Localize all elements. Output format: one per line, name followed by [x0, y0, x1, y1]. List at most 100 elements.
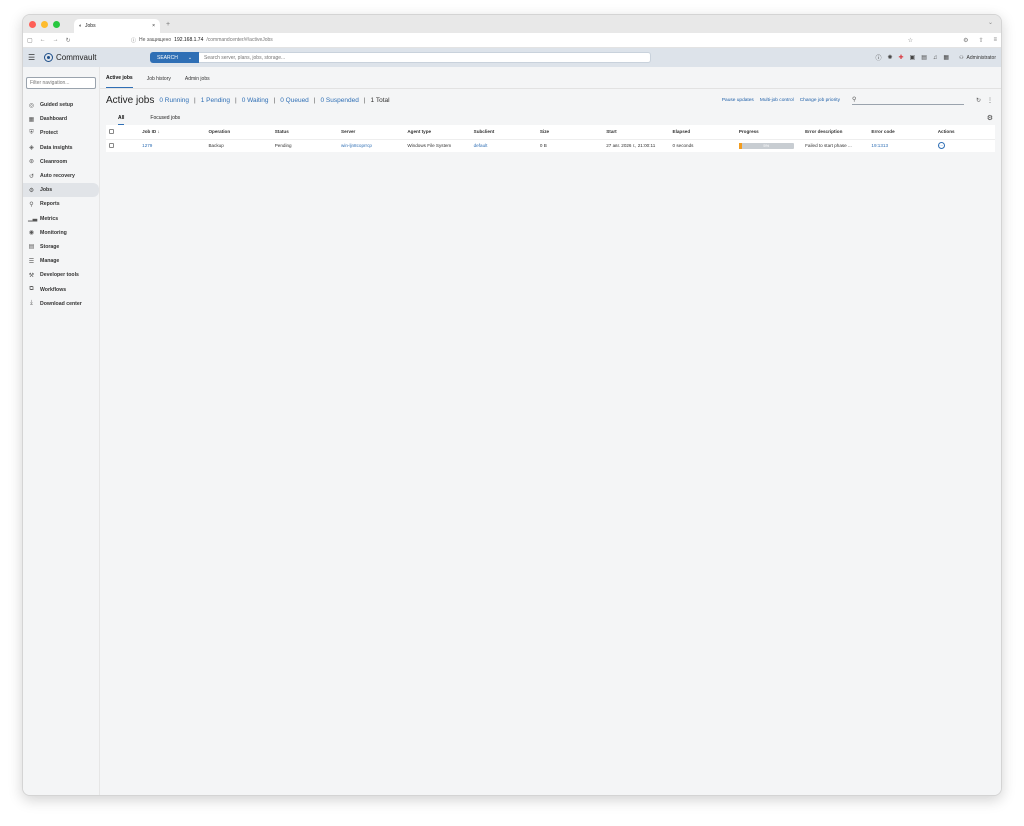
search-scope-button[interactable]: SEARCH ⌄ [150, 52, 200, 63]
help-icon[interactable]: ⓘ [875, 53, 881, 62]
sidebar-item-workflows[interactable]: ⧉ Workflows [26, 282, 96, 296]
developer-icon: ⚒ [28, 272, 35, 279]
column-header-operation[interactable]: Operation [205, 125, 272, 140]
global-search-input[interactable] [199, 52, 652, 63]
select-all-checkbox[interactable] [109, 128, 114, 134]
sidebar-item-download-center[interactable]: ⤓ Download center [26, 297, 96, 311]
document-icon[interactable]: ▤ [921, 54, 927, 61]
tab-active-jobs[interactable]: Active jobs [106, 75, 133, 88]
window-controls [29, 20, 60, 28]
refresh-icon[interactable]: ↻ [976, 97, 981, 104]
sidebar-item-metrics[interactable]: ▁▃ Metrics [26, 212, 96, 226]
multi-job-control-button[interactable]: Multi-job control [760, 98, 794, 103]
sidebar-item-storage[interactable]: ▤ Storage [26, 240, 96, 254]
suspended-count-link[interactable]: 0 Suspended [321, 97, 359, 104]
user-menu[interactable]: ⚇ Administrator [959, 55, 996, 61]
subclient-link[interactable]: default [471, 139, 537, 152]
sidebar-toggle-icon[interactable]: ▢ [27, 37, 33, 44]
sidebar-item-monitoring[interactable]: ◉ Monitoring [26, 226, 96, 240]
menu-icon[interactable]: ≡ [993, 37, 997, 44]
sidebar-item-protect[interactable]: ⛨ Protect [26, 126, 96, 140]
tab-job-history[interactable]: Job history [147, 76, 171, 88]
brand-name: Commvault [56, 53, 97, 62]
status-cell: Pending [274, 143, 292, 149]
chevron-down-icon[interactable]: ⌄ [988, 19, 993, 26]
actions-cell: ··· [935, 139, 995, 152]
gear-icon[interactable]: ⚙ [987, 114, 993, 122]
minimize-window-button[interactable] [41, 20, 48, 28]
back-icon[interactable]: ← [40, 37, 46, 44]
workflows-icon: ⧉ [29, 286, 34, 293]
column-header-elapsed[interactable]: Elapsed [669, 125, 736, 140]
column-header-start[interactable]: Start [603, 125, 670, 140]
forward-icon[interactable]: → [53, 37, 59, 44]
close-tab-icon[interactable]: × [152, 23, 155, 29]
sidebar-item-data-insights[interactable]: ◈ Data insights [26, 141, 96, 155]
sidebar-item-dashboard[interactable]: ▦ Dashboard [26, 112, 96, 126]
jobs-table-card: All Focused jobs ⚙ Job ID ↓ Operation St… [106, 111, 995, 152]
app-header: ☰ Commvault SEARCH ⌄ ⓘ ✺ ✚ ▣ ▤ ♫ ▦ ⚇ Adm… [23, 48, 1001, 67]
new-tab-icon[interactable]: + [166, 21, 170, 28]
column-header-job-id[interactable]: Job ID ↓ [139, 125, 206, 140]
waiting-count-link[interactable]: 0 Waiting [242, 97, 269, 104]
column-header-agent-type[interactable]: Agent type [404, 125, 471, 140]
sidebar-item-manage[interactable]: ☰ Manage [26, 254, 96, 268]
column-header-status[interactable]: Status [271, 125, 339, 140]
health-alert-icon[interactable]: ✚ [899, 54, 904, 61]
tab-admin-jobs[interactable]: Admin jobs [185, 76, 210, 88]
sidebar-item-jobs[interactable]: ⚙ Jobs [23, 183, 99, 198]
queued-count-link[interactable]: 0 Queued [280, 97, 309, 104]
pending-count-link[interactable]: 1 Pending [201, 97, 230, 104]
view-tab-all[interactable]: All [118, 111, 125, 125]
reload-icon[interactable]: ↻ [66, 37, 71, 44]
pause-updates-button[interactable]: Pause updates [722, 98, 754, 103]
column-header-server[interactable]: Server [338, 125, 405, 140]
sidebar-item-label: Protect [40, 130, 58, 137]
maximize-window-button[interactable] [53, 20, 60, 28]
view-tab-focused-jobs[interactable]: Focused jobs [150, 111, 180, 125]
server-link[interactable]: win-ljn8coprrcp [338, 139, 404, 152]
more-options-icon[interactable]: ⋮ [987, 97, 993, 104]
url-host: 192.168.1.74 [174, 37, 204, 43]
sidebar-item-cleanroom[interactable]: ⊛ Cleanroom [26, 155, 96, 169]
export-icon[interactable]: ▣ [910, 54, 916, 61]
extensions-icon[interactable]: ⚙ [963, 37, 968, 44]
table-search-input[interactable]: ⚲ [851, 95, 964, 105]
bookmark-star-icon[interactable]: ☆ [908, 37, 913, 44]
url-field[interactable]: ⓘ Не защищено 192.168.1.74/commandcenter… [131, 37, 273, 44]
sidebar-item-label: Reports [40, 201, 60, 208]
running-count-link[interactable]: 0 Running [159, 97, 189, 104]
column-header-error-code[interactable]: Error code [868, 125, 935, 140]
browser-tab[interactable]: ◐ Jobs × [74, 19, 160, 33]
change-job-priority-button[interactable]: Change job priority [800, 98, 840, 103]
progress-label: 5% [763, 142, 770, 148]
sidebar-item-guided-setup[interactable]: ◎ Guided setup [26, 98, 96, 112]
error-code-link[interactable]: 19:1313 [868, 139, 934, 152]
hamburger-menu-icon[interactable]: ☰ [28, 53, 44, 62]
column-header-progress[interactable]: Progress [735, 125, 803, 140]
shield-icon: ⛨ [29, 129, 34, 136]
address-bar: ▢ ← → ↻ ⓘ Не защищено 192.168.1.74/comma… [23, 33, 1001, 48]
row-checkbox[interactable] [109, 142, 114, 148]
calendar-icon[interactable]: ▦ [943, 54, 949, 61]
brand-logo[interactable]: Commvault [44, 53, 139, 62]
download-icon: ⤓ [30, 300, 33, 307]
filter-navigation-input[interactable] [26, 77, 96, 89]
share-icon[interactable]: ⇧ [978, 37, 983, 44]
count-separator: | [363, 96, 366, 104]
sidebar-item-auto-recovery[interactable]: ↺ Auto recovery [26, 169, 96, 183]
table-row[interactable]: 1279 Backup Pending win-ljn8coprrcp Wind… [106, 139, 995, 152]
job-id-link[interactable]: 1279 [139, 139, 205, 152]
sidebar-nav: ◎ Guided setup ▦ Dashboard ⛨ Protect ◈ Data … [23, 98, 99, 311]
column-header-subclient[interactable]: Subclient [470, 125, 537, 140]
close-window-button[interactable] [29, 20, 36, 28]
sidebar-item-developer-tools[interactable]: ⚒ Developer tools [26, 268, 96, 282]
row-actions-icon[interactable]: ··· [937, 142, 945, 150]
sidebar-item-reports[interactable]: ⚲ Reports [26, 197, 96, 211]
bell-icon[interactable]: ♫ [933, 55, 938, 61]
page-titlebar: Active jobs 0 Running | 1 Pending | 0 Wa… [100, 89, 1001, 111]
column-header-size[interactable]: Size [536, 125, 604, 140]
column-header-error-description[interactable]: Error description [802, 125, 869, 140]
operation-cell: Backup [208, 143, 224, 149]
theme-icon[interactable]: ✺ [887, 54, 892, 61]
